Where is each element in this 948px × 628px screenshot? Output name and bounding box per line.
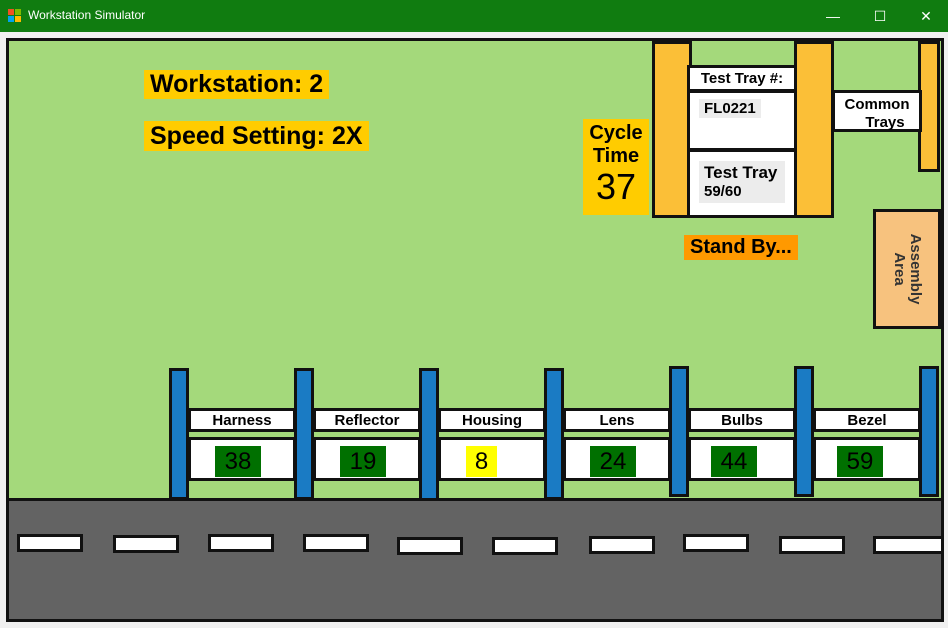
bin-count-lens: 24	[590, 446, 636, 477]
test-tray-count-value: 59/60	[704, 183, 742, 200]
bin-label-harness: Harness	[188, 408, 296, 432]
common-trays-label-1: Common	[844, 96, 910, 113]
shelf-post	[169, 368, 189, 500]
shelf-post	[919, 366, 939, 497]
bin-label-reflector: Reflector	[313, 408, 421, 432]
shelf-post	[669, 366, 689, 497]
test-tray-count: Test Tray 59/60	[699, 161, 785, 203]
road-dash	[683, 534, 749, 552]
cycle-time-label-2: Time	[592, 145, 640, 167]
bin-label-lens: Lens	[563, 408, 671, 432]
common-trays-label-2: Trays	[865, 114, 905, 131]
road-dash	[397, 537, 463, 555]
cycle-time-label-1: Cycle	[589, 122, 643, 144]
maximize-icon[interactable]: ☐	[857, 0, 903, 32]
workstation-label: Workstation: 2	[144, 70, 330, 99]
bin-count-bezel: 59	[837, 446, 883, 477]
road-dash	[113, 535, 179, 553]
road-dash	[492, 537, 558, 555]
assembly-area-label-1: Assembly	[907, 233, 924, 305]
road-dash	[589, 536, 655, 554]
road-dash	[303, 534, 369, 552]
test-tray-count-box: Test Tray 59/60	[687, 149, 797, 218]
road	[6, 498, 944, 622]
shelf-post	[419, 368, 439, 502]
close-icon[interactable]: ✕	[903, 0, 948, 32]
speed-setting-label: Speed Setting: 2X	[144, 121, 369, 151]
bin-count-harness: 38	[215, 446, 261, 477]
title-bar[interactable]: Workstation Simulator — ☐ ✕	[0, 0, 948, 32]
test-tray-id-box: FL0221	[687, 90, 797, 151]
test-tray-count-label: Test Tray	[704, 163, 778, 182]
status-label: Stand By...	[684, 235, 798, 260]
common-trays-box[interactable]: Common Trays	[832, 90, 922, 132]
minimize-icon[interactable]: —	[810, 0, 856, 32]
road-dash	[873, 536, 944, 554]
road-dash	[208, 534, 274, 552]
bin-count-bulbs: 44	[711, 446, 757, 477]
tray-rail-left	[652, 41, 692, 218]
cycle-time-box: Cycle Time 37	[583, 119, 649, 215]
tray-rail-right	[794, 41, 834, 218]
test-tray-header: Test Tray #:	[687, 65, 797, 92]
bin-label-bulbs: Bulbs	[688, 408, 796, 432]
shelf-post	[794, 366, 814, 497]
road-dash	[779, 536, 845, 554]
bin-count-reflector: 19	[340, 446, 386, 477]
bin-count-housing: 8	[466, 446, 497, 477]
test-tray-id: FL0221	[699, 99, 761, 118]
shelf-post	[294, 368, 314, 500]
window-title: Workstation Simulator	[28, 8, 146, 22]
bin-label-bezel: Bezel	[813, 408, 921, 432]
shelf-post	[544, 368, 564, 500]
road-dash	[17, 534, 83, 552]
assembly-area[interactable]: Assembly Area	[873, 209, 941, 329]
assembly-area-label: Assembly Area	[891, 212, 924, 326]
app-icon	[8, 9, 22, 23]
cycle-time-value: 37	[595, 166, 637, 207]
bin-label-housing: Housing	[438, 408, 546, 432]
assembly-area-label-2: Area	[891, 252, 908, 286]
